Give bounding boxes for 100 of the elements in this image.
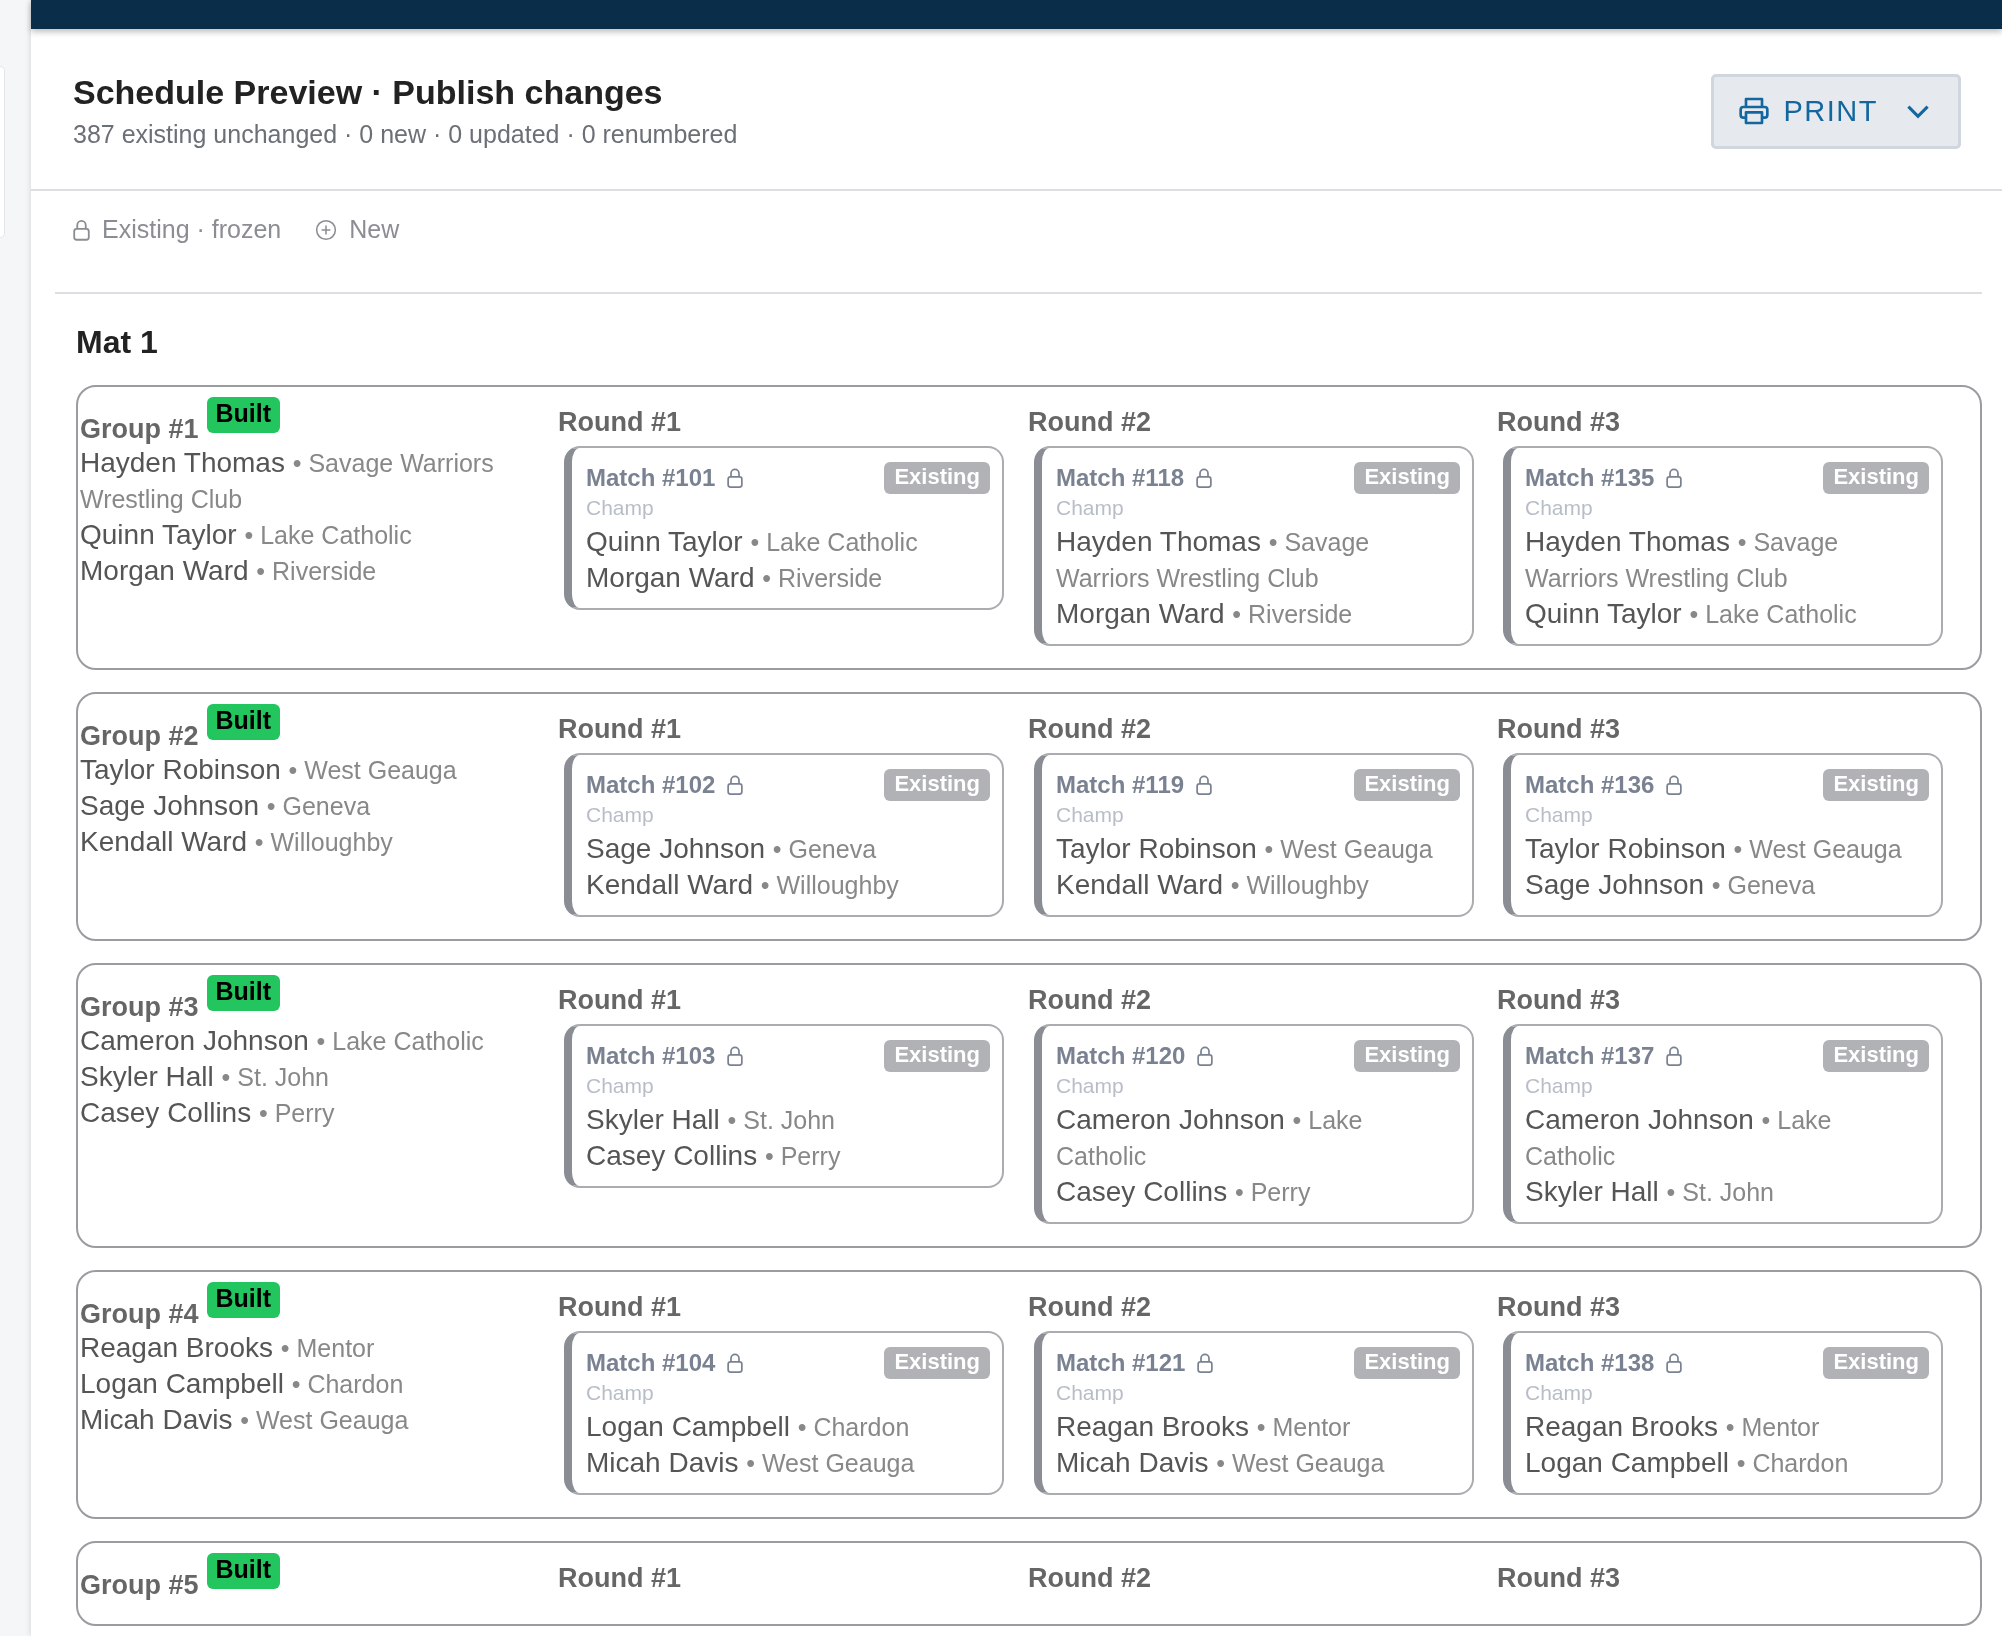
round-title: Round #3 [1497, 1563, 1621, 1594]
match-card[interactable]: Match #136 Existing Champ Taylor Robinson • West Geauga Sage Johnson • Geneva [1503, 753, 1943, 917]
match-card[interactable]: Match #121 Existing Champ Reagan Brooks • Mentor Micah Davis • West Geauga [1034, 1331, 1474, 1495]
status-badge: Built [206, 397, 281, 433]
wrestler-entry: Morgan Ward • Riverside [1056, 597, 1354, 631]
status-badge: Built [206, 1553, 281, 1589]
wrestler-entry: Casey Collins • Perry [1056, 1175, 1312, 1209]
match-title: Match #135 [1525, 464, 1655, 492]
match-title: Match #136 [1525, 771, 1655, 799]
wrestler-entry: Taylor Robinson • West Geauga [80, 753, 458, 787]
group-title: Group #1 [80, 414, 199, 445]
wrestler-entry: Skyler Hall • St. John [586, 1103, 836, 1137]
status-badge: Built [206, 704, 281, 740]
wrestler-entry: Hayden Thomas • Savage Warriors Wrestling Club [80, 446, 495, 515]
match-card[interactable]: Match #102 Existing Champ Sage Johnson • Geneva Kendall Ward • Willoughby [564, 753, 1004, 917]
wrestler-entry: Casey Collins • Perry [586, 1139, 842, 1173]
division-label: Champ [586, 803, 655, 827]
match-card[interactable]: Match #101 Existing Champ Quinn Taylor • Lake Catholic Morgan Ward • Riverside [564, 446, 1004, 610]
division-label: Champ [1525, 803, 1594, 827]
wrestler-entry: Taylor Robinson • West Geauga [1525, 832, 1903, 866]
group-title: Group #3 [80, 992, 199, 1023]
match-card[interactable]: Match #119 Existing Champ Taylor Robinson • West Geauga Kendall Ward • Willoughby [1034, 753, 1474, 917]
group-title: Group #2 [80, 721, 199, 752]
round-title: Round #2 [1028, 985, 1152, 1016]
wrestler-entry: Logan Campbell • Chardon [1525, 1446, 1850, 1480]
wrestler-entry: Morgan Ward • Riverside [80, 554, 378, 588]
match-title: Match #102 [586, 771, 716, 799]
division-label: Champ [1525, 1381, 1594, 1405]
match-card[interactable]: Match #104 Existing Champ Logan Campbell • Chardon Micah Davis • West Geauga [564, 1331, 1004, 1495]
match-card[interactable]: Match #103 Existing Champ Skyler Hall • St. John Casey Collins • Perry [564, 1024, 1004, 1188]
wrestler-entry: Cameron Johnson • Lake Catholic [80, 1024, 485, 1058]
division-label: Champ [1525, 496, 1594, 520]
match-title: Match #138 [1525, 1349, 1655, 1377]
round-title: Round #2 [1028, 1292, 1152, 1323]
match-title: Match #121 [1056, 1349, 1186, 1377]
status-badge: Existing [884, 1347, 990, 1379]
status-badge: Existing [1823, 1040, 1929, 1072]
wrestler-entry: Logan Campbell • Chardon [586, 1410, 911, 1444]
wrestler-entry: Micah Davis • West Geauga [1056, 1446, 1386, 1480]
round-title: Round #2 [1028, 714, 1152, 745]
wrestler-entry: Taylor Robinson • West Geauga [1056, 832, 1434, 866]
status-badge: Existing [1354, 1040, 1460, 1072]
status-badge: Existing [1823, 1347, 1929, 1379]
match-title: Match #120 [1056, 1042, 1186, 1070]
wrestler-entry: Skyler Hall • St. John [80, 1060, 330, 1094]
status-badge: Existing [1354, 462, 1460, 494]
wrestler-entry: Skyler Hall • St. John [1525, 1175, 1775, 1209]
round-title: Round #1 [558, 985, 682, 1016]
wrestler-entry: Sage Johnson • Geneva [1525, 868, 1817, 902]
match-card[interactable]: Match #135 Existing Champ Hayden Thomas • Savage Warriors Wrestling Club Quinn Taylor • Lake Catholic [1503, 446, 1943, 646]
wrestler-entry: Kendall Ward • Willoughby [586, 868, 900, 902]
status-badge: Built [206, 975, 281, 1011]
match-title: Match #118 [1056, 464, 1185, 492]
match-title: Match #119 [1056, 771, 1185, 799]
division-label: Champ [1056, 1074, 1125, 1098]
wrestler-entry: Cameron Johnson • Lake Catholic [1056, 1103, 1364, 1172]
match-card[interactable]: Match #137 Existing Champ Cameron Johnson • Lake Catholic Skyler Hall • St. John [1503, 1024, 1943, 1224]
status-badge: Existing [1823, 769, 1929, 801]
page-title: Schedule Preview · Publish changes [73, 73, 664, 112]
status-badge: Existing [1354, 1347, 1460, 1379]
wrestler-entry: Logan Campbell • Chardon [80, 1367, 405, 1401]
round-title: Round #1 [558, 1292, 682, 1323]
wrestler-entry: Reagan Brooks • Mentor [80, 1331, 376, 1365]
wrestler-entry: Morgan Ward • Riverside [586, 561, 884, 595]
round-title: Round #2 [1028, 407, 1152, 438]
division-label: Champ [1056, 803, 1125, 827]
round-title: Round #3 [1497, 407, 1621, 438]
wrestler-entry: Casey Collins • Perry [80, 1096, 336, 1130]
wrestler-entry: Micah Davis • West Geauga [586, 1446, 916, 1480]
match-title: Match #101 [586, 464, 716, 492]
wrestler-entry: Reagan Brooks • Mentor [1525, 1410, 1821, 1444]
match-title: Match #103 [586, 1042, 716, 1070]
wrestler-entry: Reagan Brooks • Mentor [1056, 1410, 1352, 1444]
status-badge: Existing [884, 769, 990, 801]
division-label: Champ [1056, 496, 1125, 520]
status-badge: Built [206, 1282, 281, 1318]
wrestler-entry: Quinn Taylor • Lake Catholic [1525, 597, 1858, 631]
status-badge: Existing [884, 462, 990, 494]
print-button[interactable]: PRINT [1710, 73, 1961, 149]
status-badge: Existing [884, 1040, 990, 1072]
match-title: Match #104 [586, 1349, 716, 1377]
mat-heading: Mat 1 [76, 324, 159, 361]
division-label: Champ [1525, 1074, 1594, 1098]
division-label: Champ [586, 1074, 655, 1098]
match-card[interactable]: Match #138 Existing Champ Reagan Brooks • Mentor Logan Campbell • Chardon [1503, 1331, 1943, 1495]
match-card[interactable]: Match #118 Existing Champ Hayden Thomas • Savage Warriors Wrestling Club Morgan Ward • Riverside [1034, 446, 1474, 646]
round-title: Round #1 [558, 714, 682, 745]
wrestler-entry: Sage Johnson • Geneva [80, 789, 372, 823]
match-title: Match #137 [1525, 1042, 1655, 1070]
legend-label: Existing · frozen [102, 215, 282, 244]
round-title: Round #1 [558, 407, 682, 438]
wrestler-entry: Micah Davis • West Geauga [80, 1403, 410, 1437]
status-badge: Existing [1823, 462, 1929, 494]
group-title: Group #4 [80, 1299, 199, 1330]
match-card[interactable]: Match #120 Existing Champ Cameron Johnson • Lake Catholic Casey Collins • Perry [1034, 1024, 1474, 1224]
wrestler-entry: Sage Johnson • Geneva [586, 832, 878, 866]
round-title: Round #3 [1497, 714, 1621, 745]
wrestler-entry: Quinn Taylor • Lake Catholic [80, 518, 413, 552]
legend-label: New [349, 215, 400, 244]
round-title: Round #2 [1028, 1563, 1152, 1594]
